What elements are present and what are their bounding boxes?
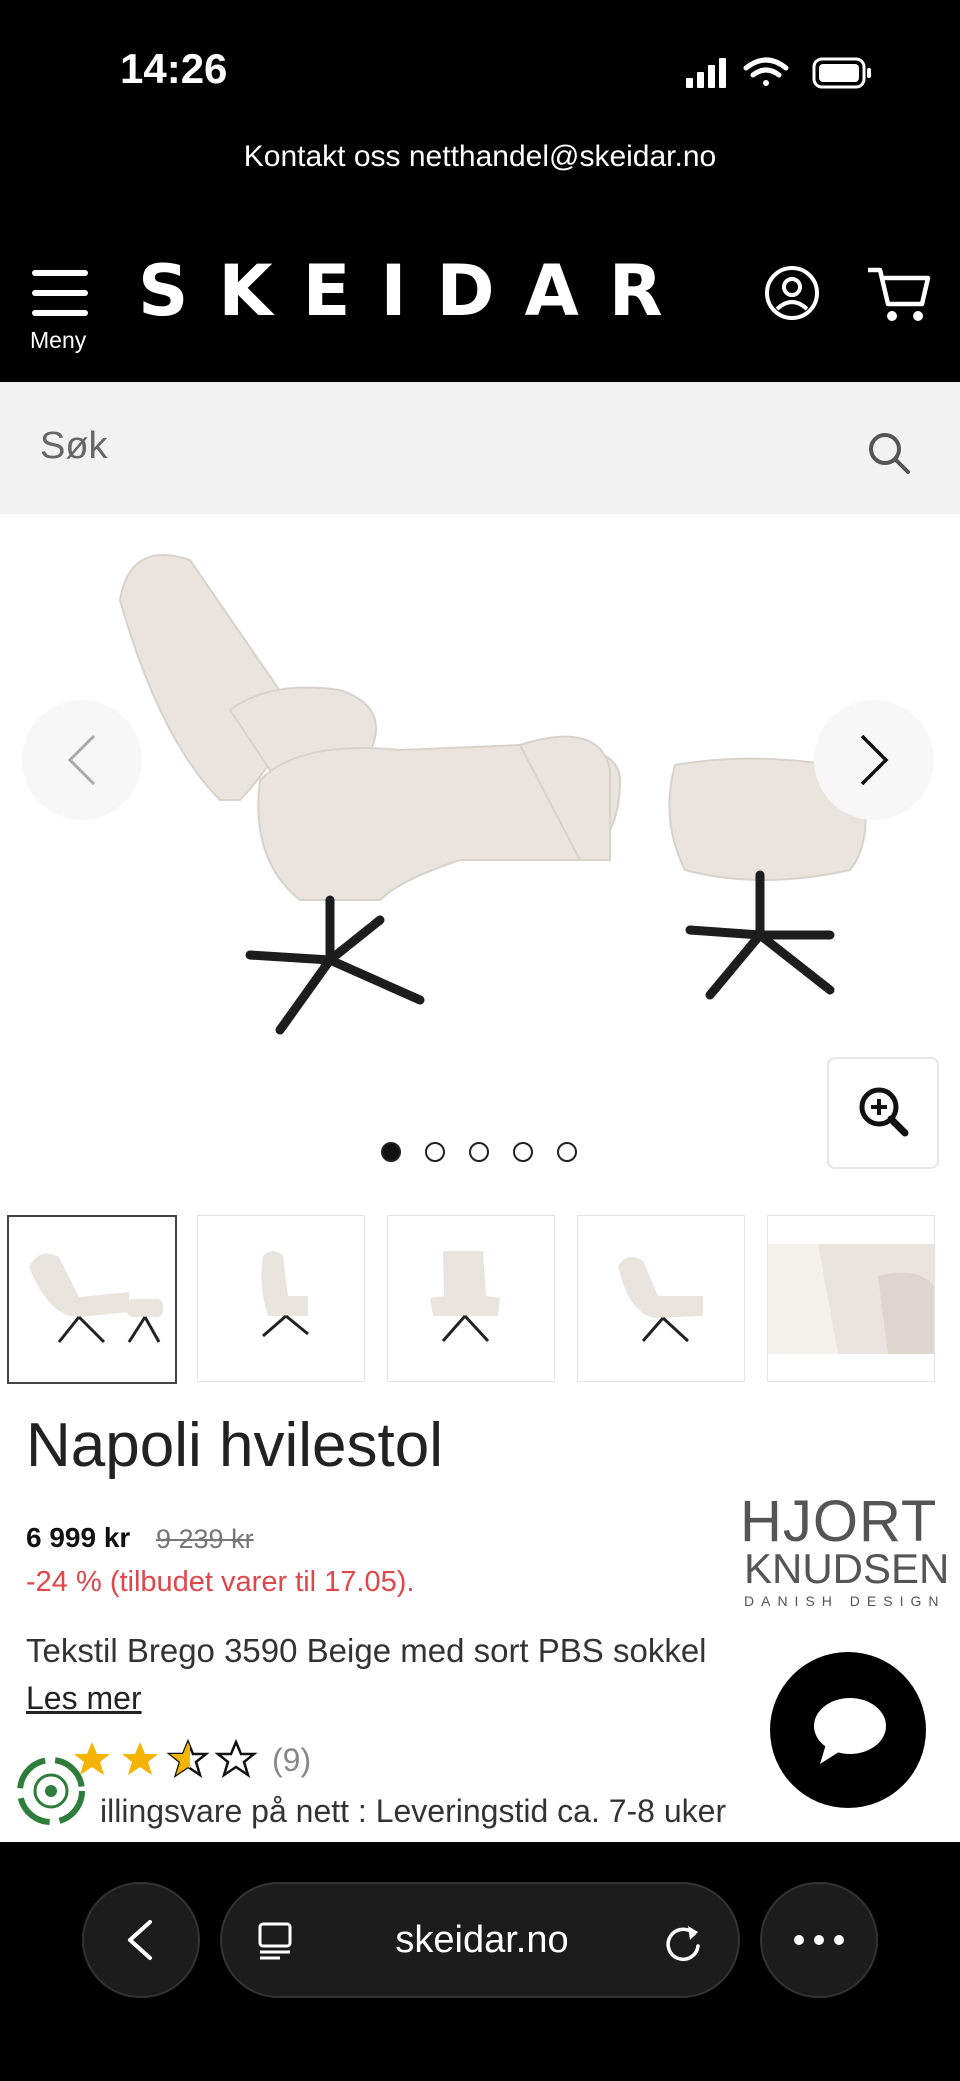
status-time: 14:26 [120, 45, 228, 92]
thumbnail-5[interactable] [767, 1215, 935, 1382]
thumbnail-2[interactable] [197, 1215, 365, 1382]
contact-link[interactable]: Kontakt oss netthandel@skeidar.no [0, 140, 960, 174]
product-main-image[interactable] [100, 540, 880, 1040]
menu-label[interactable]: Meny [30, 327, 86, 354]
more-dots-icon [794, 1935, 844, 1945]
delivery-info: illingsvare på nett : Leveringstid ca. 7… [100, 1793, 727, 1829]
chevron-left-icon [67, 734, 96, 786]
carousel-dot-4[interactable] [513, 1142, 533, 1162]
carousel-dot-1[interactable] [381, 1142, 401, 1162]
eco-badge-icon[interactable] [16, 1756, 86, 1826]
chat-button[interactable] [770, 1652, 926, 1808]
signal-icon [686, 58, 726, 88]
product-price: 6 999 kr [26, 1522, 131, 1553]
carousel-dot-3[interactable] [469, 1142, 489, 1162]
discount-text: -24 % (tilbudet varer til 17.05). [26, 1566, 415, 1598]
account-icon[interactable] [764, 265, 820, 321]
zoom-in-icon [859, 1087, 909, 1137]
search-input[interactable]: Søk [40, 425, 108, 468]
zoom-button[interactable] [827, 1057, 939, 1169]
menu-icon[interactable] [32, 268, 90, 320]
chat-bubble-icon [814, 1698, 886, 1764]
read-more-link[interactable]: Les mer [26, 1680, 142, 1717]
star-empty-icon [214, 1738, 258, 1778]
star-half-icon [166, 1738, 210, 1778]
carousel-dot-2[interactable] [425, 1142, 445, 1162]
rating-stars[interactable] [72, 1738, 268, 1782]
next-image-button[interactable] [814, 700, 934, 820]
prev-image-button[interactable] [22, 700, 142, 820]
browser-more-button[interactable] [760, 1882, 878, 1998]
product-description: Tekstil Brego 3590 Beige med sort PBS so… [26, 1632, 707, 1669]
site-logo[interactable]: SKEIDAR [138, 250, 693, 332]
reload-icon[interactable] [662, 1920, 706, 1964]
carousel-dot-5[interactable] [557, 1142, 577, 1162]
cart-icon[interactable] [866, 264, 932, 324]
thumbnail-4[interactable] [577, 1215, 745, 1382]
brand-logo-line2[interactable]: KNUDSEN [744, 1545, 949, 1593]
address-bar[interactable]: skeidar.no [220, 1882, 740, 1998]
wifi-icon [743, 57, 789, 86]
chevron-right-icon [860, 734, 889, 786]
thumbnail-1[interactable] [7, 1215, 177, 1384]
review-count[interactable]: (9) [272, 1742, 311, 1779]
search-icon[interactable] [866, 430, 912, 476]
thumbnail-3[interactable] [387, 1215, 555, 1382]
status-icons [686, 57, 871, 89]
battery-icon [812, 57, 871, 89]
browser-back-button[interactable] [82, 1882, 200, 1998]
product-title: Napoli hvilestol [26, 1411, 443, 1480]
product-old-price: 9 239 kr [156, 1524, 254, 1554]
star-filled-icon [122, 1742, 158, 1775]
chevron-left-icon [128, 1920, 152, 1960]
search-bar[interactable] [0, 382, 960, 514]
brand-logo-line3[interactable]: DANISH DESIGN [744, 1593, 945, 1609]
